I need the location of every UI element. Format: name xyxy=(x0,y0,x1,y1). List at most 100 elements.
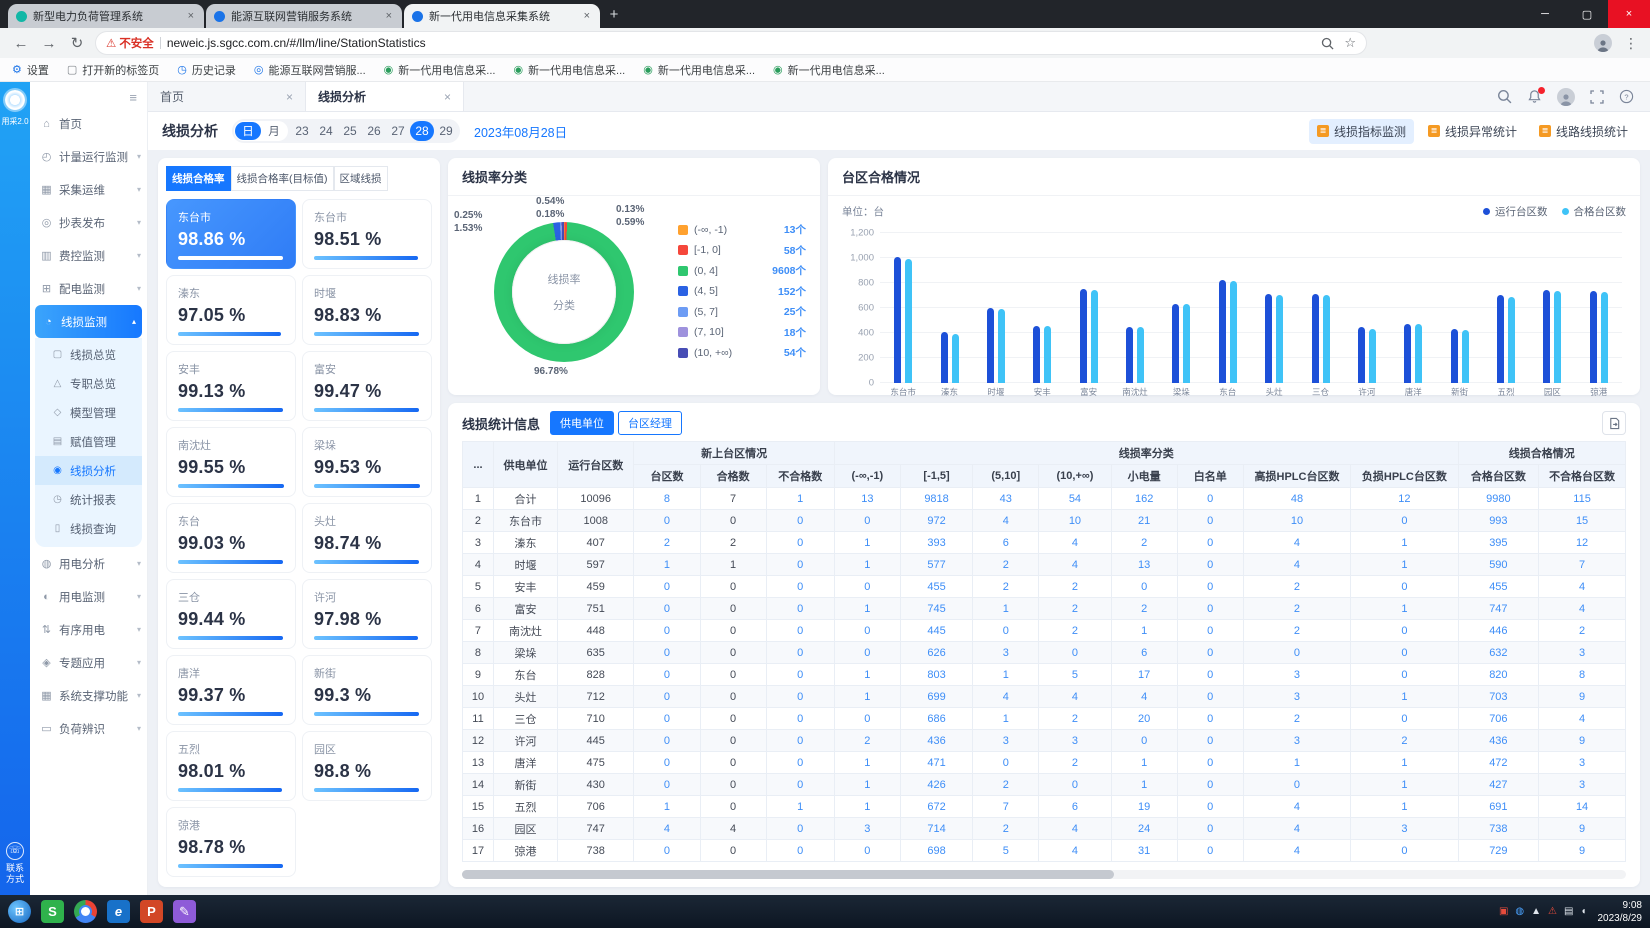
table-cell-link[interactable]: 2 xyxy=(634,532,700,554)
bar-运行台区数[interactable] xyxy=(1451,329,1458,383)
sidebar-item[interactable]: ◍用电分析▾ xyxy=(30,547,147,580)
table-cell-link[interactable]: 3 xyxy=(834,818,900,840)
region-card[interactable]: 头灶 98.74 % xyxy=(302,503,432,573)
bookmark-item[interactable]: ◉ 新一代用电信息采... xyxy=(513,62,625,78)
browser-tab[interactable]: 能源互联网营销服务系统 × xyxy=(206,4,402,28)
table-cell-link[interactable]: 1 xyxy=(1243,752,1350,774)
table-cell-link[interactable]: 24 xyxy=(1111,818,1177,840)
bookmark-item[interactable]: ◷ 历史记录 xyxy=(177,62,236,78)
table-cell-link[interactable]: 3 xyxy=(1243,664,1350,686)
region-card[interactable]: 弶港 98.78 % xyxy=(166,807,296,877)
sidebar-item[interactable]: ▥费控监测▾ xyxy=(30,239,147,272)
table-cell-link[interactable]: 0 xyxy=(766,554,834,576)
bar-合格台区数[interactable] xyxy=(952,334,959,383)
menu-dots-icon[interactable]: ⋮ xyxy=(1624,35,1638,52)
start-button[interactable]: ⊞ xyxy=(8,900,31,923)
export-button[interactable] xyxy=(1602,411,1626,435)
table-cell-link[interactable]: 1 xyxy=(1351,774,1458,796)
bar-运行台区数[interactable] xyxy=(894,257,901,383)
region-card[interactable]: 园区 98.8 % xyxy=(302,731,432,801)
tray-app-icon[interactable]: ▣ xyxy=(1499,906,1508,917)
bar-运行台区数[interactable] xyxy=(1033,326,1040,383)
table-cell-link[interactable]: 2 xyxy=(1111,598,1177,620)
table-cell-link[interactable]: 590 xyxy=(1458,554,1539,576)
bar-group[interactable] xyxy=(880,233,926,383)
region-card[interactable]: 溱东 97.05 % xyxy=(166,275,296,345)
table-cell-link[interactable]: 8 xyxy=(1539,664,1626,686)
bar-运行台区数[interactable] xyxy=(1126,327,1133,383)
table-cell-link[interactable]: 0 xyxy=(1039,642,1111,664)
table-cell-link[interactable]: 0 xyxy=(1111,730,1177,752)
table-cell-link[interactable]: 9818 xyxy=(900,488,972,510)
table-cell-link[interactable]: 7 xyxy=(1539,554,1626,576)
zoom-icon[interactable] xyxy=(1321,37,1334,50)
table-cell-link[interactable]: 0 xyxy=(1177,818,1243,840)
profile-avatar[interactable] xyxy=(1594,34,1612,52)
table-cell-link[interactable]: 4 xyxy=(1243,554,1350,576)
pass-rate-tab[interactable]: 线损合格率 xyxy=(166,166,231,191)
sidebar-item[interactable]: ⊞配电监测▾ xyxy=(30,272,147,305)
table-cell-link[interactable]: 714 xyxy=(900,818,972,840)
table-cell-link[interactable]: 4 xyxy=(1039,686,1111,708)
table-cell-link[interactable]: 1 xyxy=(1351,686,1458,708)
paint-app-icon[interactable]: ✎ xyxy=(173,900,196,923)
region-card[interactable]: 梁垛 99.53 % xyxy=(302,427,432,497)
table-cell-link[interactable]: 0 xyxy=(1177,576,1243,598)
table-cell-link[interactable]: 0 xyxy=(1177,774,1243,796)
taskbar-clock[interactable]: 9:08 2023/8/29 xyxy=(1594,899,1643,925)
table-cell-link[interactable]: 4 xyxy=(1243,818,1350,840)
table-cell-link[interactable]: 1 xyxy=(973,664,1039,686)
help-icon[interactable]: ? xyxy=(1619,89,1634,104)
tab-close-icon[interactable]: × xyxy=(286,90,293,104)
legend-item[interactable]: (0, 4] 9608个 xyxy=(678,263,806,278)
tab-close-icon[interactable]: × xyxy=(384,10,394,22)
sidebar-item[interactable]: ▦采集运维▾ xyxy=(30,173,147,206)
region-card[interactable]: 唐洋 99.37 % xyxy=(166,655,296,725)
table-cell-link[interactable]: 48 xyxy=(1243,488,1350,510)
bar-合格台区数[interactable] xyxy=(1183,304,1190,383)
bar-运行台区数[interactable] xyxy=(1080,289,1087,383)
table-cell-link[interactable]: 0 xyxy=(766,818,834,840)
table-cell-link[interactable]: 472 xyxy=(1458,752,1539,774)
table-cell-link[interactable]: 0 xyxy=(834,642,900,664)
table-cell-link[interactable]: 0 xyxy=(1039,774,1111,796)
bar-group[interactable] xyxy=(1251,233,1297,383)
bar-运行台区数[interactable] xyxy=(1219,280,1226,384)
table-cell-link[interactable]: 0 xyxy=(1351,620,1458,642)
table-cell-link[interactable]: 0 xyxy=(634,642,700,664)
table-cell-link[interactable]: 803 xyxy=(900,664,972,686)
table-cell-link[interactable]: 0 xyxy=(1351,576,1458,598)
region-card[interactable]: 时堰 98.83 % xyxy=(302,275,432,345)
table-toggle-button[interactable]: 台区经理 xyxy=(618,411,682,435)
user-avatar[interactable] xyxy=(1557,88,1575,106)
table-cell-link[interactable]: 2 xyxy=(1539,620,1626,642)
table-cell-link[interactable]: 19 xyxy=(1111,796,1177,818)
table-cell-link[interactable]: 14 xyxy=(1539,796,1626,818)
table-cell-link[interactable]: 1 xyxy=(1351,796,1458,818)
table-cell-link[interactable]: 20 xyxy=(1111,708,1177,730)
table-cell-link[interactable]: 2 xyxy=(1243,598,1350,620)
legend-item[interactable]: (10, +∞) 54个 xyxy=(678,345,806,360)
workspace-tab[interactable]: 首页 × xyxy=(148,82,306,111)
table-cell-link[interactable]: 0 xyxy=(1351,840,1458,862)
browser-tab[interactable]: 新型电力负荷管理系统 × xyxy=(8,4,204,28)
table-cell-link[interactable]: 2 xyxy=(1039,708,1111,730)
bar-合格台区数[interactable] xyxy=(1415,324,1422,383)
view-button[interactable]: ≣ 线损异常统计 xyxy=(1420,119,1525,144)
table-cell-link[interactable]: 0 xyxy=(834,840,900,862)
table-cell-link[interactable]: 2 xyxy=(1111,532,1177,554)
volume-icon[interactable]: ◖ xyxy=(1580,906,1586,917)
bookmark-item[interactable]: ◉ 新一代用电信息采... xyxy=(384,62,496,78)
table-cell-link[interactable]: 0 xyxy=(1351,510,1458,532)
bar-合格台区数[interactable] xyxy=(998,309,1005,383)
table-cell-link[interactable]: 0 xyxy=(766,576,834,598)
table-cell-link[interactable]: 626 xyxy=(900,642,972,664)
table-cell-link[interactable]: 1 xyxy=(1351,554,1458,576)
bar-合格台区数[interactable] xyxy=(1462,330,1469,383)
table-cell-link[interactable]: 6 xyxy=(973,532,1039,554)
view-button[interactable]: ≣ 线路线损统计 xyxy=(1531,119,1636,144)
table-cell-link[interactable]: 0 xyxy=(834,510,900,532)
sidebar-subitem[interactable]: ▯线损查询 xyxy=(35,514,142,543)
tray-help-icon[interactable]: ◍ xyxy=(1515,906,1524,917)
legend-item[interactable]: (-∞, -1) 13个 xyxy=(678,222,806,237)
